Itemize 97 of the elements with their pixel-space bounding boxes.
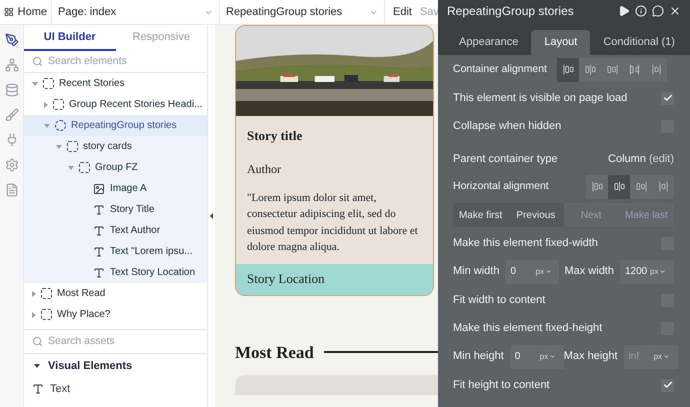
caret-right-icon[interactable] bbox=[32, 290, 36, 296]
text-icon bbox=[93, 246, 105, 258]
checkbox-label: Make this element fixed-height bbox=[453, 320, 602, 336]
tree-item[interactable]: Most Read bbox=[24, 283, 207, 304]
tree-item[interactable]: Why Place? bbox=[24, 304, 207, 325]
repeating-group-icon bbox=[55, 120, 66, 131]
field-label: Horizontal alignment bbox=[453, 178, 549, 194]
tree-item[interactable]: Recent Stories bbox=[24, 73, 207, 94]
field-label: Min height bbox=[453, 349, 504, 364]
sidebar-tab[interactable]: UI Builder bbox=[24, 25, 116, 51]
checkbox-label: Fit height to content bbox=[453, 378, 550, 393]
unit-dropdown[interactable]: px bbox=[535, 260, 560, 284]
comment-icon[interactable] bbox=[652, 4, 664, 16]
text-icon bbox=[32, 383, 44, 395]
unit-dropdown[interactable]: px bbox=[540, 344, 564, 368]
chevron-down-icon bbox=[663, 353, 670, 360]
size-field[interactable]: 0 bbox=[510, 344, 540, 368]
tree-item[interactable]: Text Author bbox=[24, 220, 207, 241]
hierarchy-icon[interactable] bbox=[4, 58, 18, 72]
checkbox-label: This element is visible on page load bbox=[453, 90, 628, 106]
text-icon bbox=[93, 224, 105, 236]
group-icon bbox=[41, 288, 52, 299]
asset-category[interactable]: Visual Elements bbox=[24, 354, 207, 378]
chevron-down-icon bbox=[659, 268, 666, 275]
order-button[interactable]: Previous bbox=[508, 203, 564, 227]
align-start-icon[interactable] bbox=[557, 58, 579, 82]
story-author: Author bbox=[247, 160, 282, 178]
size-field[interactable]: 1200 bbox=[620, 260, 650, 284]
asset-item[interactable]: Text bbox=[24, 378, 207, 400]
database-icon[interactable] bbox=[4, 83, 18, 97]
unit-dropdown[interactable]: px bbox=[650, 260, 674, 284]
field-value: Column bbox=[608, 152, 646, 167]
search-icon bbox=[32, 336, 43, 347]
checkbox-label: Fit width to content bbox=[453, 292, 546, 308]
tree-item[interactable]: Story Title bbox=[24, 199, 207, 220]
text-icon bbox=[93, 204, 105, 216]
field-label: Parent container type bbox=[453, 152, 558, 167]
tree-item[interactable]: story cards bbox=[24, 136, 207, 157]
checkbox-label: Make this element fixed-width bbox=[453, 236, 598, 251]
caret-down-icon[interactable] bbox=[32, 82, 38, 86]
search-icon bbox=[32, 56, 43, 67]
grid-icon bbox=[4, 6, 14, 18]
section-heading: Most Read bbox=[235, 342, 314, 364]
pen-icon[interactable] bbox=[4, 33, 18, 47]
checkbox[interactable] bbox=[661, 92, 674, 104]
tree-item[interactable]: Text "Lorem ipsu... bbox=[24, 241, 207, 262]
panel-tab[interactable]: Appearance bbox=[446, 30, 532, 55]
chevron-down-icon bbox=[549, 353, 556, 360]
caret-down-icon bbox=[34, 364, 40, 368]
group-icon bbox=[41, 309, 52, 320]
caret-down-icon[interactable] bbox=[68, 166, 74, 170]
tree-item[interactable]: RepeatingGroup stories bbox=[24, 115, 207, 136]
play-icon[interactable] bbox=[618, 4, 630, 16]
chevron-down-icon bbox=[544, 268, 552, 275]
size-field[interactable]: 0 bbox=[505, 260, 536, 284]
image-icon bbox=[93, 182, 105, 194]
panel-title: RepeatingGroup stories bbox=[447, 2, 574, 20]
caret-right-icon[interactable] bbox=[44, 102, 48, 108]
document-icon[interactable] bbox=[4, 183, 18, 197]
info-icon[interactable] bbox=[635, 4, 647, 16]
edit-menu[interactable]: Edit bbox=[385, 4, 420, 20]
checkbox-label: Collapse when hidden bbox=[453, 118, 562, 134]
align-center-icon[interactable] bbox=[608, 174, 630, 198]
group-icon bbox=[67, 141, 78, 152]
group-icon bbox=[79, 162, 90, 173]
tree-item[interactable]: Text Story Location bbox=[24, 262, 207, 283]
element-dropdown[interactable]: RepeatingGroup stories bbox=[220, 0, 385, 24]
tree-item[interactable]: Image A bbox=[24, 178, 207, 199]
story-title: Story title bbox=[247, 127, 304, 145]
story-excerpt: "Lorem ipsum dolor sit amet, consectetur adipiscing elit, sed do eiusmod tempor incididunt ut labore et dolore magna aliqua. bbox=[247, 190, 419, 255]
caret-down-icon[interactable] bbox=[44, 124, 50, 128]
search-field[interactable]: Search elements bbox=[48, 54, 188, 70]
tree-item[interactable]: Group FZ bbox=[24, 157, 207, 178]
group-icon bbox=[53, 99, 64, 110]
search-field[interactable]: Search assets bbox=[48, 334, 188, 350]
home-button[interactable]: Home bbox=[0, 0, 52, 24]
field-label: Max width bbox=[564, 264, 614, 280]
edit-link[interactable]: (edit) bbox=[648, 150, 674, 168]
story-location: Story Location bbox=[236, 264, 433, 294]
caret-down-icon[interactable] bbox=[56, 144, 62, 148]
field-label: Container alignment bbox=[453, 62, 548, 77]
brush-icon[interactable] bbox=[4, 108, 18, 122]
group-icon bbox=[43, 78, 54, 89]
panel-tab[interactable]: Layout bbox=[531, 30, 590, 55]
field-label: Max height bbox=[564, 349, 618, 364]
settings-icon[interactable] bbox=[4, 158, 18, 172]
field-label: Min width bbox=[453, 264, 500, 280]
text-icon bbox=[93, 266, 105, 278]
close-icon[interactable] bbox=[669, 4, 681, 16]
page-dropdown[interactable]: Page: index bbox=[52, 0, 220, 24]
caret-right-icon[interactable] bbox=[32, 312, 36, 318]
checkbox[interactable] bbox=[661, 378, 674, 392]
unit-dropdown[interactable]: px bbox=[654, 344, 678, 368]
size-field[interactable]: inf bbox=[624, 344, 654, 368]
panel-tab[interactable]: Conditional (1) bbox=[590, 30, 688, 55]
order-button[interactable]: Make first bbox=[453, 203, 508, 227]
tree-item[interactable]: Group Recent Stories Headi... bbox=[24, 94, 207, 115]
